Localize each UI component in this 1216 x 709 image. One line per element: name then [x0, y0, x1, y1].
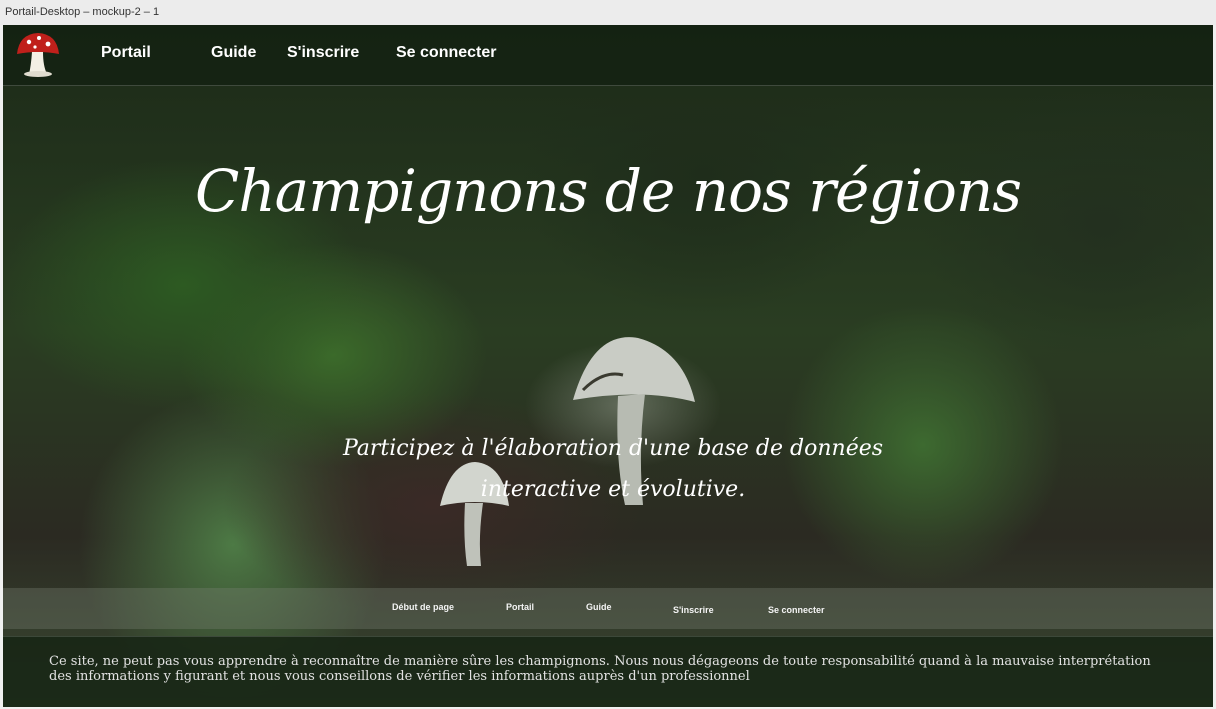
nav-link-guide[interactable]: Guide [211, 44, 256, 62]
top-navigation-bar: Portail Guide S'inscrire Se connecter [3, 25, 1213, 86]
footer-link-sinscrire[interactable]: S'inscrire [673, 605, 714, 615]
nav-link-se-connecter[interactable]: Se connecter [396, 44, 496, 62]
amanita-mushroom-icon[interactable] [15, 30, 61, 78]
footer-link-guide[interactable]: Guide [586, 602, 612, 612]
disclaimer-text: Ce site, ne peut pas vous apprendre à re… [49, 654, 1151, 684]
footer-link-se-connecter[interactable]: Se connecter [768, 605, 825, 615]
disclaimer-section: Ce site, ne peut pas vous apprendre à re… [3, 636, 1213, 707]
hero-subtitle: Participez à l'élaboration d'une base de… [342, 436, 884, 502]
footer-navigation-bar: Début de page Portail Guide S'inscrire S… [3, 588, 1213, 629]
footer-link-portail[interactable]: Portail [506, 602, 534, 612]
nav-link-sinscrire[interactable]: S'inscrire [287, 44, 359, 62]
hero-title: Champignons de nos régions [194, 157, 1022, 225]
window-title: Portail-Desktop – mockup-2 – 1 [5, 6, 160, 18]
page-canvas: Portail Guide S'inscrire Se connecter Ch… [3, 25, 1213, 707]
window-titlebar: Portail-Desktop – mockup-2 – 1 [0, 0, 1216, 25]
nav-link-portail[interactable]: Portail [101, 44, 151, 62]
footer-link-debut-de-page[interactable]: Début de page [392, 602, 454, 612]
